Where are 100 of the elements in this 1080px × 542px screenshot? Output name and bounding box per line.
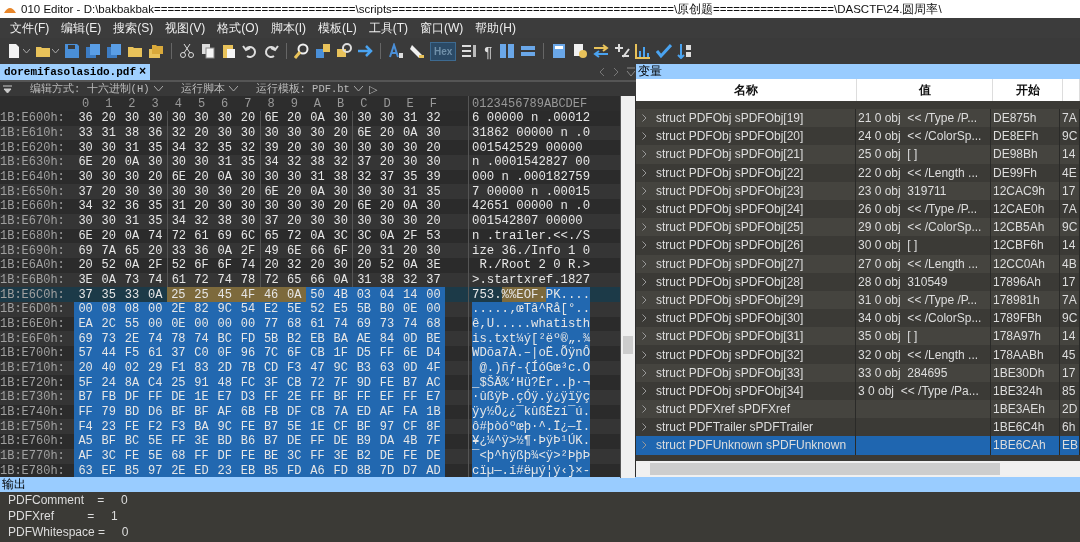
hex-byte[interactable]: A5 bbox=[74, 434, 98, 449]
hex-byte[interactable]: 72 bbox=[189, 272, 214, 288]
ascii-text[interactable]: WDõa7À.–|oË.ÕÿnÔ bbox=[472, 346, 591, 361]
hex-byte[interactable]: FF bbox=[375, 346, 399, 361]
hex-byte[interactable]: FF bbox=[305, 434, 330, 449]
hex-byte[interactable]: 30 bbox=[398, 213, 422, 229]
hex-byte[interactable]: 34 bbox=[74, 199, 98, 214]
chart-icon[interactable] bbox=[635, 43, 652, 59]
check-icon[interactable] bbox=[656, 43, 673, 59]
hex-byte[interactable]: 31 bbox=[166, 199, 190, 214]
hex-byte[interactable]: 20 bbox=[305, 257, 330, 273]
hex-byte[interactable]: 32 bbox=[282, 257, 306, 273]
hex-byte[interactable]: 20 bbox=[236, 111, 260, 126]
hex-byte[interactable]: FE bbox=[120, 419, 144, 435]
hex-byte[interactable]: 36 bbox=[74, 111, 98, 126]
hex-byte[interactable]: 78 bbox=[236, 272, 260, 288]
variable-row[interactable]: struct PDFObj sPDFObj[31] 35 0 obj [ ] 178A97h 14 bbox=[636, 327, 1080, 346]
hex-byte[interactable]: C0 bbox=[189, 346, 214, 361]
hex-byte[interactable]: 30 bbox=[97, 213, 121, 229]
hex-byte[interactable]: B7 bbox=[259, 419, 283, 435]
hex-byte[interactable]: 4F bbox=[236, 287, 260, 302]
hex-byte[interactable]: 30 bbox=[143, 155, 167, 170]
hex-byte[interactable]: EF bbox=[375, 390, 399, 405]
ascii-text[interactable]: n .0001542827 00 bbox=[472, 155, 591, 170]
hex-byte[interactable]: 30 bbox=[236, 199, 260, 214]
hex-byte[interactable]: 1E bbox=[305, 419, 330, 435]
ascii-text[interactable]: 42651 00000 n .0 bbox=[472, 199, 591, 214]
hex-byte[interactable]: 74 bbox=[143, 331, 167, 346]
hex-byte[interactable]: 30 bbox=[189, 184, 214, 200]
hex-byte[interactable]: 37 bbox=[421, 272, 445, 288]
hex-byte[interactable]: 0A bbox=[120, 228, 144, 244]
hex-byte[interactable]: 38 bbox=[213, 213, 237, 229]
hex-byte[interactable]: 38 bbox=[305, 155, 330, 170]
hex-byte[interactable]: 20 bbox=[97, 155, 121, 170]
hex-byte[interactable]: 36 bbox=[189, 243, 214, 258]
hex-byte[interactable]: 32 bbox=[398, 272, 422, 288]
hex-byte[interactable]: 30 bbox=[74, 140, 98, 156]
hex-byte[interactable]: 32 bbox=[97, 199, 121, 214]
caret-icon[interactable] bbox=[353, 86, 363, 92]
hex-byte[interactable]: 73 bbox=[97, 331, 121, 346]
ascii-text[interactable]: PK.... bbox=[545, 287, 591, 302]
hex-byte[interactable]: 74 bbox=[213, 272, 237, 288]
ascii-text[interactable]: 753. bbox=[472, 287, 502, 302]
hex-byte[interactable]: 30 bbox=[305, 125, 330, 141]
edit-as-dropdown[interactable]: 编辑方式: 十六进制(H) bbox=[30, 82, 150, 96]
hex-byte[interactable]: 69 bbox=[213, 228, 237, 244]
hex-byte[interactable]: 30 bbox=[74, 213, 98, 229]
ascii-text[interactable]: ¥¿¼^ÿ>½¶·ÞÿÞ¹ÚK. bbox=[472, 434, 591, 449]
hex-byte[interactable]: 44 bbox=[97, 346, 121, 361]
hex-byte[interactable]: 0A bbox=[329, 272, 353, 288]
hex-byte[interactable]: 30 bbox=[329, 257, 353, 273]
hex-byte[interactable]: 30 bbox=[282, 125, 306, 141]
hex-byte[interactable]: 30 bbox=[97, 169, 121, 185]
hex-byte[interactable]: 52 bbox=[375, 257, 399, 273]
hex-byte[interactable]: E7 bbox=[213, 390, 237, 405]
hex-byte[interactable]: 69 bbox=[74, 243, 98, 258]
hex-byte[interactable]: 3E bbox=[189, 434, 214, 449]
hex-byte[interactable]: FC bbox=[236, 375, 260, 391]
caret-icon[interactable] bbox=[153, 86, 163, 92]
hex-byte[interactable]: 50 bbox=[305, 287, 330, 302]
hex-byte[interactable]: 31 bbox=[375, 243, 399, 258]
hex-byte[interactable]: 34 bbox=[166, 213, 190, 229]
run-template-dropdown[interactable]: 运行模板: PDF.bt bbox=[255, 82, 350, 96]
paste-icon[interactable] bbox=[221, 43, 237, 59]
hex-byte[interactable]: 20 bbox=[421, 213, 445, 229]
hex-byte[interactable]: 33 bbox=[166, 243, 190, 258]
chevron-left-icon[interactable] bbox=[598, 67, 606, 77]
hex-byte[interactable]: FF bbox=[352, 390, 376, 405]
hex-byte[interactable]: 0A bbox=[120, 257, 144, 273]
hex-byte[interactable]: 30 bbox=[189, 111, 214, 126]
hex-byte[interactable]: 0A bbox=[143, 287, 167, 302]
tab-list-icon[interactable] bbox=[626, 67, 636, 77]
hex-byte[interactable]: 20 bbox=[143, 243, 167, 258]
hex-byte[interactable]: 74 bbox=[189, 331, 214, 346]
hex-byte[interactable]: 5E bbox=[143, 434, 167, 449]
caret-icon[interactable] bbox=[228, 86, 238, 92]
ascii-text[interactable]: n .trailer.<<./S bbox=[472, 228, 591, 244]
disks-icon[interactable] bbox=[106, 43, 122, 59]
ascii-text[interactable]: 001542807 00000 bbox=[472, 213, 583, 229]
hex-byte[interactable]: 2F bbox=[236, 243, 260, 258]
hex-byte[interactable]: 30 bbox=[143, 111, 167, 126]
hex-byte[interactable]: 39 bbox=[421, 169, 445, 185]
hex-byte[interactable]: 30 bbox=[352, 111, 376, 126]
hex-byte[interactable]: 30 bbox=[398, 140, 422, 156]
hex-byte[interactable]: 30 bbox=[259, 199, 283, 214]
run-button[interactable]: ▷ bbox=[368, 82, 378, 96]
dropdown-caret-icon[interactable] bbox=[23, 48, 30, 54]
hex-byte[interactable]: 2F bbox=[143, 257, 167, 273]
hex-byte[interactable]: 0A bbox=[305, 184, 330, 200]
hex-byte[interactable]: B7 bbox=[74, 390, 98, 405]
hex-byte[interactable]: 52 bbox=[166, 257, 190, 273]
hex-byte[interactable]: 1F bbox=[329, 346, 353, 361]
hex-byte[interactable]: 84 bbox=[375, 331, 399, 346]
hex-byte[interactable]: 32 bbox=[189, 213, 214, 229]
hex-byte[interactable]: 20 bbox=[97, 228, 121, 244]
hex-byte[interactable]: 30 bbox=[120, 111, 144, 126]
hex-byte[interactable]: FF bbox=[143, 390, 167, 405]
collapse-icon[interactable] bbox=[3, 84, 12, 94]
variable-row[interactable]: struct PDFObj sPDFObj[25] 29 0 obj << /ColorSp... 12CB5Ah 9C bbox=[636, 218, 1080, 237]
hex-byte[interactable]: 25 bbox=[166, 287, 190, 302]
